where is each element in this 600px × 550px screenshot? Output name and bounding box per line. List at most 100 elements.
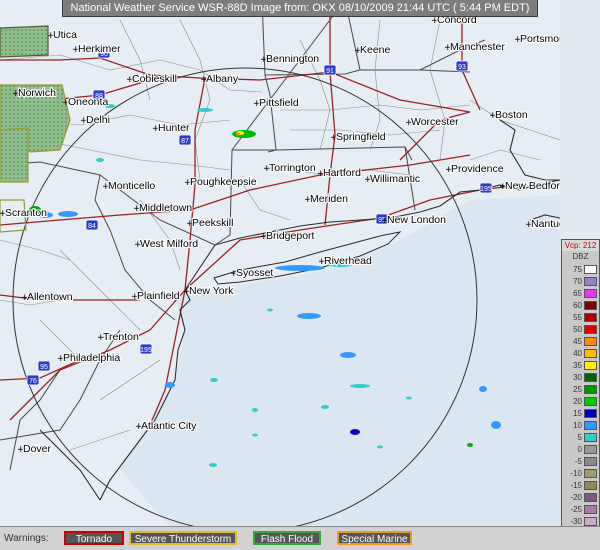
- interstate-shield: 76: [26, 374, 40, 386]
- legend-color-swatch: [584, 493, 597, 502]
- legend-value-label: 40: [573, 349, 582, 358]
- city-label: Cobleskill: [132, 73, 177, 85]
- city-label: Meriden: [310, 193, 348, 205]
- radar-frame: 90 91 93 88 87 84 95 195 95 76 195 + + + + + + + + + + + + + + +…: [0, 0, 600, 550]
- city-label: Bennington: [266, 53, 319, 65]
- shield-number: 93: [458, 64, 466, 71]
- legend-value-label: 55: [573, 313, 582, 322]
- legend-value-label: 65: [573, 289, 582, 298]
- city-label: Pittsfield: [259, 97, 299, 109]
- city-label: Middletown: [139, 202, 192, 214]
- city-label: New York: [189, 285, 234, 297]
- severe-thunderstorm-warning-key: Severe Thunderstorm: [129, 531, 237, 545]
- legend-value-label: -5: [574, 457, 582, 466]
- legend-value-label: 20: [573, 397, 582, 406]
- legend-color-swatch: [584, 445, 597, 454]
- dbz-unit-label: DBZ: [572, 252, 589, 261]
- legend-color-swatch: [584, 433, 597, 442]
- legend-value-label: -10: [570, 469, 582, 478]
- city-label: Monticello: [108, 180, 155, 192]
- city-label: Plainfield: [137, 290, 180, 302]
- legend-color-swatch: [584, 409, 597, 418]
- interstate-shield: 93: [455, 60, 469, 72]
- legend-value-label: 10: [573, 421, 582, 430]
- city-label: Hunter: [158, 122, 190, 134]
- legend-row: -15: [562, 480, 599, 491]
- legend-color-swatch: [584, 313, 597, 322]
- legend-color-swatch: [584, 505, 597, 514]
- legend-color-swatch: [584, 349, 597, 358]
- city-label: Portsmouth: [520, 33, 560, 45]
- legend-row: 10: [562, 420, 599, 431]
- image-header: National Weather Service WSR-88D Image f…: [62, 0, 538, 17]
- city-label: Dover: [23, 443, 52, 455]
- legend-row: 50: [562, 324, 599, 335]
- legend-color-swatch: [584, 289, 597, 298]
- interstate-shield: 195: [479, 182, 493, 194]
- city-label: Peekskill: [192, 217, 233, 229]
- legend-value-label: -20: [570, 493, 582, 502]
- legend-row: 40: [562, 348, 599, 359]
- radar-map: 90 91 93 88 87 84 95 195 95 76 195 + + + + + + + + + + + + + + +…: [0, 0, 560, 526]
- legend-value-label: -15: [570, 481, 582, 490]
- legend-value-label: 75: [573, 265, 582, 274]
- city-label: Oneonta: [68, 96, 108, 108]
- city-label: Bridgeport: [266, 230, 315, 242]
- legend-color-swatch: [584, 469, 597, 478]
- interstate-shield: 91: [323, 64, 337, 76]
- legend-row: 65: [562, 288, 599, 299]
- city-label: Springfield: [336, 131, 386, 143]
- shield-number: 195: [480, 186, 492, 193]
- legend-row: -25: [562, 504, 599, 515]
- city-label: Atlantic City: [141, 420, 197, 432]
- city-label: Syosset: [236, 267, 273, 279]
- shield-number: 195: [140, 347, 152, 354]
- city-label: Herkimer: [78, 43, 121, 55]
- legend-color-swatch: [584, 277, 597, 286]
- map-canvas: 909193888784951959576195 ++ ++ + ++ ++++ ++++…: [0, 0, 560, 526]
- legend-color-swatch: [584, 361, 597, 370]
- legend-row: -20: [562, 492, 599, 503]
- legend-row: 30: [562, 372, 599, 383]
- legend-color-swatch: [584, 457, 597, 466]
- shield-number: 87: [181, 138, 189, 145]
- legend-row: 15: [562, 408, 599, 419]
- legend-value-label: 50: [573, 325, 582, 334]
- legend-row: 20: [562, 396, 599, 407]
- city-label: West Milford: [140, 238, 198, 250]
- legend-value-label: 15: [573, 409, 582, 418]
- city-label: Scranton: [5, 207, 47, 219]
- city-label: Delhi: [86, 114, 110, 126]
- legend-row: 25: [562, 384, 599, 395]
- shield-number: 91: [326, 68, 334, 75]
- legend-value-label: 25: [573, 385, 582, 394]
- legend-color-swatch: [584, 337, 597, 346]
- dbz-legend: Vcp: 212 DBZ 75 70 65 60 55 50 45 40 35 30 25 20 15 1…: [561, 239, 600, 546]
- city-label: Poughkeepsie: [190, 176, 257, 188]
- city-label: Utica: [53, 29, 77, 41]
- legend-value-label: 5: [577, 433, 582, 442]
- interstate-shield: 84: [85, 219, 99, 231]
- legend-value-label: 35: [573, 361, 582, 370]
- city-label: Norwich: [18, 87, 56, 99]
- city-label: Worcester: [411, 116, 459, 128]
- warnings-title: Warnings:: [4, 533, 49, 544]
- legend-row: 55: [562, 312, 599, 323]
- interstate-shield: 195: [139, 343, 153, 355]
- legend-color-swatch: [584, 481, 597, 490]
- tornado-warning-key: Tornado: [64, 531, 124, 545]
- legend-value-label: -25: [570, 505, 582, 514]
- legend-row: -5: [562, 456, 599, 467]
- vcp-label: Vcp: 212: [562, 240, 599, 251]
- warnings-bar: Warnings: Tornado Severe Thunderstorm Fl…: [0, 526, 600, 550]
- legend-row: 0: [562, 444, 599, 455]
- legend-color-swatch: [584, 385, 597, 394]
- legend-color-swatch: [584, 265, 597, 274]
- legend-value-label: 60: [573, 301, 582, 310]
- legend-color-swatch: [584, 325, 597, 334]
- city-label: Nantucket: [531, 218, 560, 230]
- legend-row: 5: [562, 432, 599, 443]
- legend-color-swatch: [584, 373, 597, 382]
- city-label: New Bedford: [505, 180, 560, 192]
- legend-row: 45: [562, 336, 599, 347]
